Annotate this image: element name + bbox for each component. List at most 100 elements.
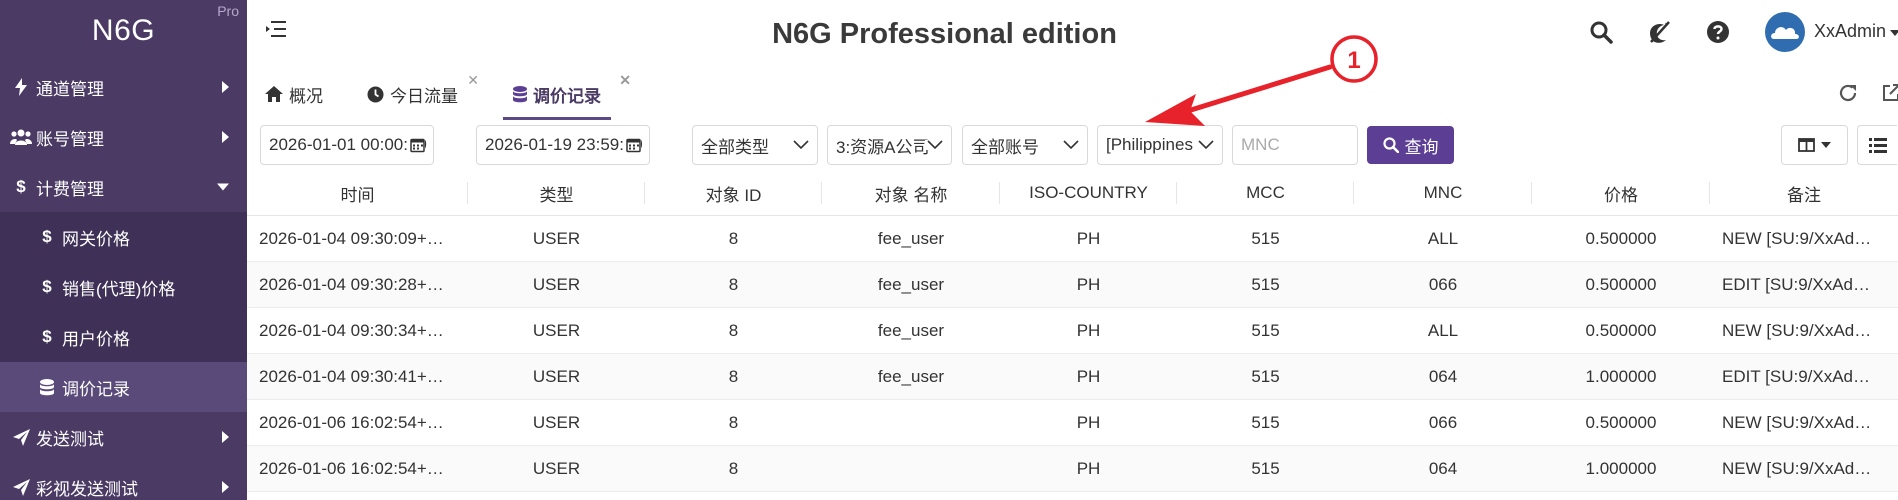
help-icon[interactable] — [1706, 20, 1732, 46]
sidebar-item-label: 通道管理 — [36, 79, 104, 99]
caret-down-icon[interactable] — [1890, 30, 1898, 36]
column-header[interactable]: 价格 — [1532, 170, 1710, 216]
cell-price: 0.500000 — [1585, 275, 1657, 294]
chevron-right-icon — [222, 81, 229, 93]
database-icon — [513, 85, 527, 103]
users-icon — [10, 129, 32, 145]
chevron-down-icon — [217, 183, 229, 191]
column-header[interactable]: 类型 — [468, 170, 645, 216]
column-header[interactable]: 时间 — [247, 170, 468, 216]
bolt-icon — [10, 78, 32, 96]
chevron-down-icon — [791, 140, 809, 150]
cell-object-name: fee_user — [877, 229, 945, 248]
cell-mnc: 066 — [1428, 275, 1458, 294]
column-header[interactable]: 对象 名称 — [822, 170, 1000, 216]
end-datetime-input[interactable]: 2026-01-19 23:59:59 — [476, 125, 650, 165]
close-icon[interactable]: ✕ — [619, 72, 631, 89]
theme-toggle-icon[interactable] — [1647, 20, 1673, 46]
cell-price: 0.500000 — [1585, 321, 1657, 340]
column-header[interactable]: 备注 — [1710, 170, 1898, 216]
sidebar-item-label: 调价记录 — [62, 379, 130, 399]
sidebar-item-accounts[interactable]: 账号管理 — [0, 112, 247, 162]
dollar-icon: $ — [16, 177, 26, 196]
type-select-value: 全部类型 — [701, 137, 769, 157]
tab-today-traffic[interactable]: 今日流量 ✕ — [367, 68, 479, 120]
list-icon — [1868, 137, 1887, 153]
cell-type: USER — [532, 367, 581, 386]
cell-remark: NEW [SU:9/XxAd… — [1722, 459, 1872, 478]
cell-mnc: 064 — [1428, 367, 1458, 386]
type-select[interactable]: 全部类型 — [692, 125, 818, 165]
page-title: N6G Professional edition — [772, 18, 1117, 50]
send-icon — [10, 428, 32, 446]
sidebar-item-sales-price[interactable]: $ 销售(代理)价格 — [0, 262, 247, 312]
table-row[interactable]: 2026-01-04 09:30:41+… USER 8 fee_user PH… — [247, 354, 1898, 400]
query-button-label: 查询 — [1404, 137, 1439, 157]
user-name[interactable]: XxAdmin — [1814, 21, 1886, 42]
tab-label: 调价记录 — [533, 86, 601, 106]
price-log-table: 时间 类型 对象 ID 对象 名称 ISO-COUNTRY MCC MNC 价格… — [247, 170, 1898, 492]
filter-bar: 2026-01-01 00:00:00 2026-01-19 23:59:59 … — [247, 120, 1898, 170]
table-row[interactable]: 2026-01-04 09:30:09+… USER 8 fee_user PH… — [247, 216, 1898, 262]
brand: N6G Pro — [0, 0, 247, 62]
refresh-icon[interactable] — [1838, 83, 1860, 105]
sidebar-item-label: 网关价格 — [62, 229, 130, 249]
table-row[interactable]: 2026-01-06 16:02:54+… USER 8 PH 515 066 … — [247, 400, 1898, 446]
column-header[interactable]: ISO-COUNTRY — [1000, 170, 1177, 216]
chevron-down-icon — [925, 140, 943, 150]
column-header[interactable]: 对象 ID — [645, 170, 822, 216]
calendar-icon[interactable] — [408, 137, 425, 153]
cell-mnc: 066 — [1428, 413, 1458, 432]
column-header[interactable]: MNC — [1354, 170, 1532, 216]
tab-overview[interactable]: 概况 — [265, 68, 323, 120]
sidebar-item-gateway-price[interactable]: $ 网关价格 — [0, 212, 247, 262]
cell-object-id: 8 — [728, 321, 739, 340]
close-icon[interactable]: ✕ — [467, 72, 479, 89]
billing-submenu: $ 网关价格 $ 销售(代理)价格 $ 用户价格 调价记录 — [0, 212, 247, 412]
cell-remark: NEW [SU:9/XxAd… — [1722, 229, 1872, 248]
sidebar-item-channel[interactable]: 通道管理 — [0, 62, 247, 112]
column-header[interactable]: MCC — [1177, 170, 1354, 216]
tab-price-log[interactable]: 调价记录 ✕ — [503, 68, 631, 120]
sidebar-item-send-test[interactable]: 发送测试 — [0, 412, 247, 462]
sidebar: N6G Pro 通道管理 账号管理 $ 计费管理 $ 网关价格 $ 销售(代理)… — [0, 0, 247, 500]
columns-toggle-button[interactable] — [1781, 125, 1848, 165]
cell-time: 2026-01-06 16:02:54+… — [259, 459, 444, 478]
caret-down-icon — [1821, 142, 1831, 148]
table-row[interactable]: 2026-01-04 09:30:34+… USER 8 fee_user PH… — [247, 308, 1898, 354]
cell-type: USER — [532, 321, 581, 340]
cell-object-id: 8 — [728, 459, 739, 478]
dollar-icon: $ — [42, 327, 52, 346]
chevron-right-icon — [222, 481, 229, 493]
table-header: 时间 类型 对象 ID 对象 名称 ISO-COUNTRY MCC MNC 价格… — [247, 170, 1898, 216]
sidebar-item-mms-test[interactable]: 彩视发送测试 — [0, 462, 247, 500]
external-link-icon[interactable] — [1881, 83, 1898, 105]
chevron-down-icon — [1061, 140, 1079, 150]
start-datetime-input[interactable]: 2026-01-01 00:00:00 — [260, 125, 434, 165]
brand-logo[interactable]: N6G — [0, 0, 247, 62]
sidebar-item-price-log[interactable]: 调价记录 — [0, 362, 247, 412]
search-icon[interactable] — [1589, 20, 1615, 46]
end-datetime-value: 2026-01-19 23:59:59 — [485, 135, 643, 154]
calendar-icon[interactable] — [624, 137, 641, 153]
cell-mcc: 515 — [1251, 321, 1280, 340]
list-view-button[interactable] — [1857, 125, 1897, 165]
avatar[interactable] — [1765, 12, 1805, 52]
table-row[interactable]: 2026-01-04 09:30:28+… USER 8 fee_user PH… — [247, 262, 1898, 308]
sidebar-item-user-price[interactable]: $ 用户价格 — [0, 312, 247, 362]
cell-mcc: 515 — [1251, 229, 1280, 248]
cell-iso-country: PH — [1076, 459, 1101, 478]
query-button[interactable]: 查询 — [1367, 126, 1454, 164]
sidebar-item-billing[interactable]: $ 计费管理 — [0, 162, 247, 212]
table-row[interactable]: 2026-01-06 16:02:54+… USER 8 PH 515 064 … — [247, 446, 1898, 492]
cell-mcc: 515 — [1251, 459, 1280, 478]
sidebar-item-label: 账号管理 — [36, 129, 104, 149]
resource-select[interactable]: 3:资源A公司 — [827, 125, 952, 165]
country-select[interactable]: [Philippines — [1097, 125, 1223, 165]
account-select[interactable]: 全部账号 — [962, 125, 1088, 165]
send-icon — [10, 478, 32, 496]
account-select-value: 全部账号 — [971, 137, 1039, 157]
dollar-icon: $ — [42, 227, 52, 246]
cell-iso-country: PH — [1076, 413, 1101, 432]
mnc-input[interactable]: MNC — [1232, 125, 1358, 165]
